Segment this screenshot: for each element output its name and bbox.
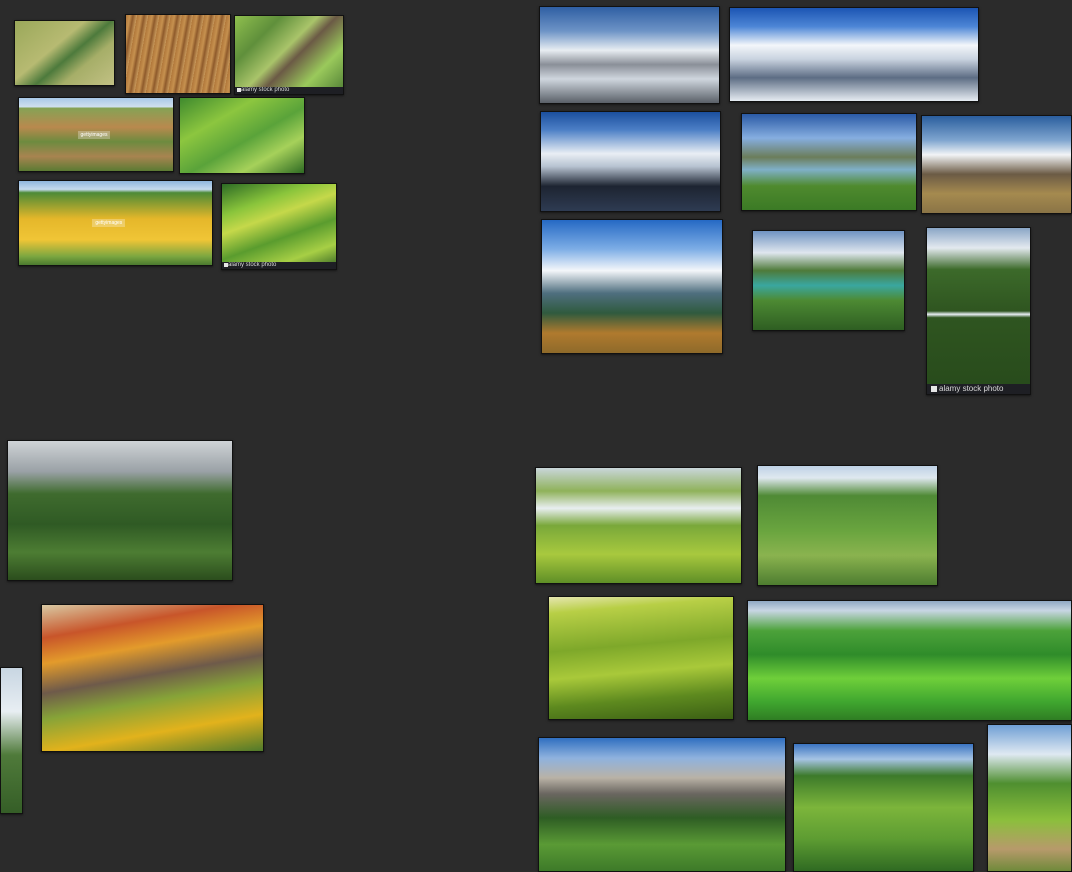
image-bright-hills[interactable] bbox=[747, 600, 1072, 721]
image-yellow-field[interactable]: gettyimages bbox=[18, 180, 213, 266]
image-field-curve[interactable] bbox=[14, 20, 115, 86]
stock-watermark: gettyimages bbox=[92, 218, 126, 227]
image-green-valley[interactable] bbox=[179, 97, 305, 174]
stock-caption: alamy stock photo bbox=[927, 384, 1030, 394]
image-green-mountains[interactable] bbox=[757, 465, 938, 586]
image-range-meadow[interactable] bbox=[541, 219, 723, 354]
image-partial-left[interactable] bbox=[0, 667, 23, 814]
image-tropical-falls[interactable] bbox=[7, 440, 233, 581]
image-plowed-field[interactable] bbox=[125, 14, 231, 94]
image-board-canvas: alamy stock photo gettyimages gettyimage… bbox=[0, 0, 1072, 872]
image-everest-peaks[interactable] bbox=[540, 111, 721, 212]
image-dolomites-village[interactable] bbox=[538, 737, 786, 872]
stock-watermark: gettyimages bbox=[77, 130, 111, 139]
image-alps-snow[interactable] bbox=[729, 7, 979, 102]
image-autumn-cliff[interactable] bbox=[41, 604, 264, 752]
image-misty-hills[interactable] bbox=[535, 467, 742, 584]
image-turquoise-lake[interactable] bbox=[752, 230, 905, 331]
image-patchwork-farmland-aerial[interactable]: gettyimages bbox=[18, 97, 174, 172]
stock-caption: alamy stock photo bbox=[235, 87, 343, 94]
image-green-strips[interactable]: alamy stock photo bbox=[221, 183, 337, 270]
image-forest-hills[interactable] bbox=[793, 743, 974, 872]
stock-caption: alamy stock photo bbox=[222, 262, 336, 269]
image-waterfall-gorge[interactable]: alamy stock photo bbox=[926, 227, 1031, 395]
alamy-logo-icon bbox=[237, 88, 241, 92]
image-peak-plain[interactable] bbox=[921, 115, 1072, 214]
image-lake-valley[interactable] bbox=[741, 113, 917, 211]
alamy-logo-icon bbox=[224, 263, 228, 267]
image-rolling-hills[interactable] bbox=[548, 596, 734, 720]
alamy-logo-icon bbox=[931, 386, 937, 392]
image-everest-clouds[interactable] bbox=[539, 6, 720, 104]
image-path-meadow[interactable] bbox=[987, 724, 1072, 872]
image-patchwork-farmland[interactable]: alamy stock photo bbox=[234, 15, 344, 95]
